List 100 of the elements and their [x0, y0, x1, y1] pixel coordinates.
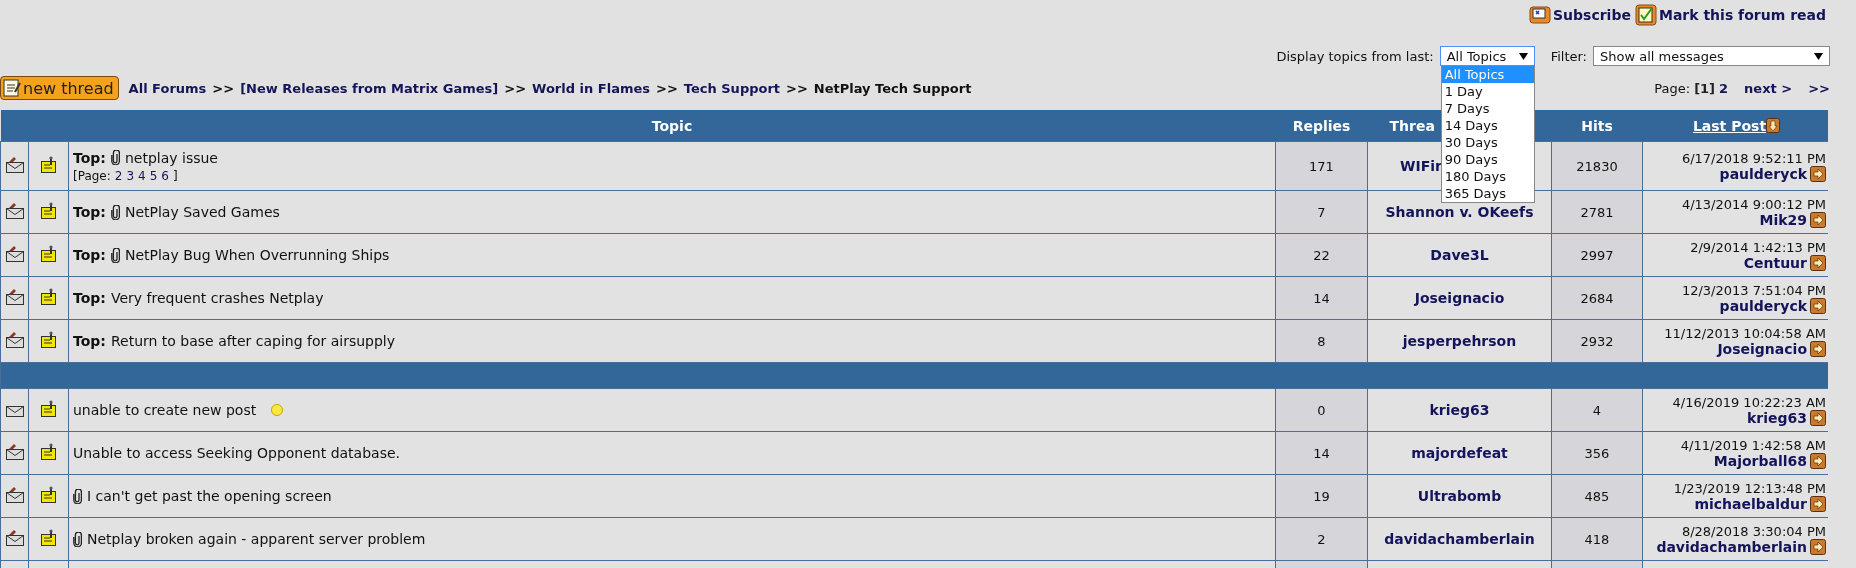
- post-date: 1/23/2019 12:13:48 PM: [1672, 480, 1826, 496]
- author-link[interactable]: Ultrabomb: [1417, 488, 1502, 504]
- author-link[interactable]: majordefeat: [1411, 445, 1508, 461]
- note-pin-icon: [40, 202, 57, 219]
- page-label: Page:: [1654, 80, 1691, 96]
- author-link[interactable]: michaelbaldur: [1694, 495, 1807, 512]
- post-date: 8/28/2018 3:30:04 PM: [1680, 523, 1826, 539]
- reply-count: 22: [1313, 247, 1330, 263]
- author-link[interactable]: Majorball68: [1713, 452, 1807, 469]
- hit-count: 2932: [1580, 333, 1614, 349]
- caret-icon: [1814, 52, 1823, 60]
- page-link[interactable]: 4: [138, 168, 146, 183]
- author-link[interactable]: krieg63: [1747, 409, 1807, 426]
- note-pin-icon: [40, 529, 57, 546]
- page-label: ]: [173, 168, 178, 183]
- dropdown-option[interactable]: 180 Days: [1441, 168, 1534, 185]
- page-link[interactable]: 3: [126, 168, 135, 183]
- author-link[interactable]: davidachamberlain: [1656, 538, 1807, 555]
- reply-count: 14: [1313, 290, 1330, 306]
- author-link[interactable]: Joseignacio: [1414, 290, 1505, 306]
- hit-count: 485: [1584, 488, 1610, 504]
- dropdown-option[interactable]: 7 Days: [1441, 100, 1534, 117]
- topic-link[interactable]: NetPlay Bug When Overrunning Ships: [124, 247, 390, 263]
- dropdown-option[interactable]: 30 Days: [1441, 134, 1534, 151]
- column-header[interactable]: Threa: [1389, 117, 1435, 134]
- arrow-square-icon[interactable]: [1810, 452, 1826, 469]
- arrow-square-icon[interactable]: [1810, 495, 1826, 512]
- breadcrumb-link[interactable]: World in Flames: [532, 80, 650, 96]
- topic-link[interactable]: unable to create new post: [73, 402, 257, 418]
- mark-read-link[interactable]: Mark this forum read: [1658, 7, 1826, 23]
- breadcrumb-link[interactable]: Tech Support: [683, 80, 781, 96]
- subscribe-link[interactable]: Subscribe: [1553, 7, 1631, 23]
- hit-count: 418: [1584, 531, 1610, 547]
- arrow-square-icon[interactable]: [1810, 211, 1826, 228]
- post-date: 12/3/2013 7:51:04 PM: [1680, 282, 1826, 298]
- author-link[interactable]: krieg63: [1429, 402, 1490, 418]
- breadcrumb-link[interactable]: [New Releases from Matrix Games]: [240, 80, 499, 96]
- page-link[interactable]: 2: [1719, 80, 1729, 96]
- new-thread-button[interactable]: new thread: [0, 76, 119, 100]
- reply-count: 171: [1309, 158, 1334, 174]
- topic-link[interactable]: NetPlay Saved Games: [124, 204, 280, 220]
- topic-link[interactable]: Very frequent crashes Netplay: [110, 290, 324, 306]
- hit-count: 21830: [1576, 158, 1618, 174]
- notepad-icon: [3, 78, 21, 98]
- hit-count: 2684: [1580, 290, 1614, 306]
- arrow-square-icon[interactable]: [1810, 340, 1826, 357]
- next-page-link[interactable]: next >: [1744, 80, 1793, 96]
- arrow-square-icon[interactable]: [1810, 297, 1826, 314]
- post-date: 2/9/2014 1:42:13 PM: [1689, 239, 1826, 255]
- hit-count: 2781: [1580, 204, 1614, 220]
- dropdown-option[interactable]: 1 Day: [1441, 83, 1534, 100]
- arrow-square-icon[interactable]: [1810, 538, 1826, 555]
- topics-range-select[interactable]: All Topics: [1439, 46, 1535, 66]
- breadcrumb-separator: >>: [504, 80, 527, 96]
- note-pin-icon: [40, 156, 57, 173]
- sort-down-icon[interactable]: [1766, 118, 1781, 133]
- sticky-label: Top:: [73, 204, 106, 220]
- note-pin-icon: [40, 331, 57, 348]
- sticky-label: Top:: [73, 149, 106, 166]
- page-link[interactable]: [1]: [1694, 80, 1716, 96]
- page-link[interactable]: 6: [161, 168, 169, 183]
- author-link[interactable]: Mik29: [1759, 211, 1807, 228]
- column-header[interactable]: Topic: [651, 117, 693, 134]
- note-pin-icon: [40, 486, 57, 503]
- arrow-square-icon[interactable]: [1810, 254, 1826, 271]
- checklist-icon[interactable]: [1634, 4, 1657, 26]
- author-link[interactable]: Centuur: [1743, 254, 1807, 271]
- page-label: [Page:: [73, 168, 111, 183]
- author-link[interactable]: Dave3L: [1430, 247, 1489, 263]
- arrow-square-icon[interactable]: [1810, 409, 1826, 426]
- note-pin-icon: [40, 245, 57, 262]
- reply-count: 8: [1317, 333, 1326, 349]
- author-link[interactable]: WIFir: [1400, 158, 1442, 174]
- dropdown-option[interactable]: 14 Days: [1441, 117, 1534, 134]
- author-link[interactable]: paulderyck: [1719, 165, 1807, 182]
- hit-count: 356: [1584, 445, 1610, 461]
- page-link[interactable]: 2: [114, 168, 123, 183]
- last-page-link[interactable]: >>: [1808, 80, 1830, 96]
- hit-count: 2997: [1580, 247, 1614, 263]
- post-date: 4/11/2019 1:42:58 AM: [1679, 437, 1826, 453]
- topic-link[interactable]: I can't get past the opening screen: [87, 488, 332, 504]
- page-link[interactable]: 5: [149, 168, 158, 183]
- breadcrumb-link[interactable]: All Forums: [128, 80, 207, 96]
- topic-link[interactable]: Return to base after caping for airsupply: [110, 333, 396, 349]
- topic-link[interactable]: netplay issue: [124, 149, 218, 166]
- dropdown-option[interactable]: 90 Days: [1441, 151, 1534, 168]
- dropdown-option[interactable]: 365 Days: [1441, 185, 1534, 202]
- subscribe-icon[interactable]: [1529, 5, 1551, 25]
- column-header[interactable]: Hits: [1581, 117, 1613, 134]
- reply-count: 0: [1317, 402, 1326, 418]
- author-link[interactable]: Joseignacio: [1717, 340, 1807, 357]
- sticky-label: Top:: [73, 333, 106, 349]
- note-pin-icon: [40, 400, 57, 417]
- author-link[interactable]: paulderyck: [1719, 297, 1807, 314]
- post-date: 4/13/2014 9:00:12 PM: [1680, 196, 1826, 212]
- topic-link[interactable]: Unable to access Seeking Opponent database.: [73, 445, 400, 461]
- reply-count: 2: [1317, 531, 1326, 547]
- topic-link[interactable]: Netplay broken again - apparent server problem: [87, 531, 426, 547]
- message-filter-select[interactable]: Show all messages: [1593, 46, 1830, 66]
- arrow-square-icon[interactable]: [1810, 165, 1826, 182]
